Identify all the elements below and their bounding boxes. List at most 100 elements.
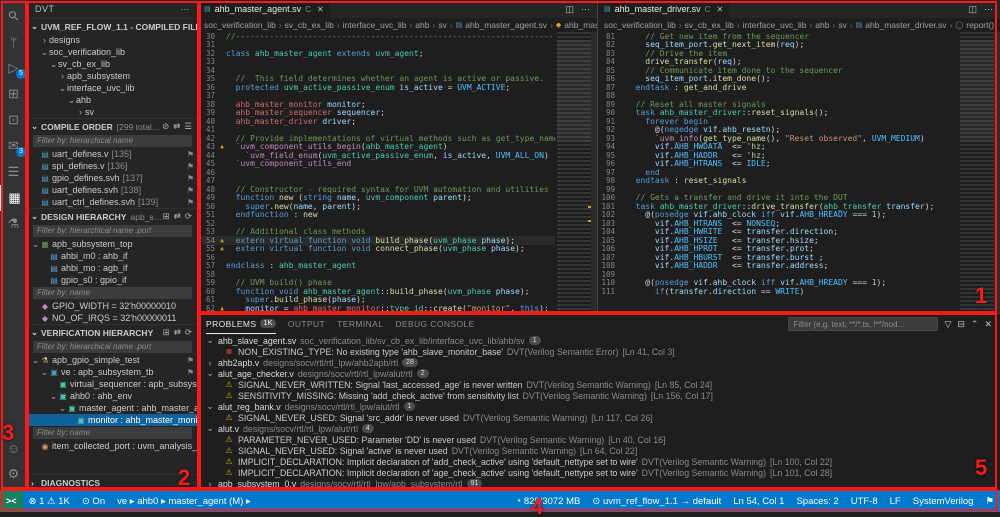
problem-row[interactable]: ⚠ IMPLICIT_DECLARATION: Implicit declarat… xyxy=(206,467,1000,478)
tree-item[interactable]: ⌄ ⚗ apb_gpio_simple_test ⚑ xyxy=(27,354,198,366)
accounts-icon[interactable]: ☺ xyxy=(0,435,27,461)
problems-summary[interactable]: ⊗ 1 ⚠ 1K xyxy=(23,496,76,507)
tree-item[interactable]: ▤ ahbi_m0 : ahb_if xyxy=(27,250,198,262)
pin-icon[interactable]: ⚑ xyxy=(187,162,198,171)
breadcrumb-item[interactable]: sv_cb_ex_lib xyxy=(685,20,734,30)
dvt-icon[interactable]: ▦ xyxy=(0,185,27,211)
minimap[interactable] xyxy=(960,32,994,313)
remote-explorer-icon[interactable]: ⊡ xyxy=(0,107,27,133)
close-icon[interactable]: ✕ xyxy=(317,5,324,14)
settings-icon[interactable]: ⚙ xyxy=(0,461,27,487)
tree-item[interactable]: ⌄ ▣ ve : apb_subsystem_tb ⚑ xyxy=(27,366,198,378)
source-control-icon[interactable]: ᛘ xyxy=(0,29,27,55)
tree-item[interactable]: ▤ uart_ctrl_defines.svh [139] ⚑ xyxy=(27,196,198,208)
problem-group-row[interactable]: ⌄ ahb_slave_agent.sv soc_verification_lib/… xyxy=(206,335,1000,346)
problems-filter-input[interactable] xyxy=(788,317,939,331)
breadcrumb-item[interactable]: ahb_master_agent.sv xyxy=(465,20,547,30)
breadcrumb-item[interactable]: ahb_master_driver.sv xyxy=(865,20,946,30)
compiled-files-header[interactable]: ⌄UVM_REF_FLOW_1.1 - COMPILED FILES⟳⊟⋯ xyxy=(27,18,198,34)
section-toolbar-icon[interactable]: ⇄ xyxy=(174,327,181,338)
section-toolbar-icon[interactable]: ⇄ xyxy=(174,211,181,222)
tree-item[interactable]: › sv xyxy=(27,106,198,118)
filter-input[interactable]: Filter by: name xyxy=(33,287,192,299)
close-icon[interactable]: ✕ xyxy=(716,5,723,14)
run-debug-icon[interactable]: ▷ 5 xyxy=(0,55,27,81)
filter-input[interactable]: Filter by: hierarchical name .port xyxy=(33,341,192,353)
pin-icon[interactable]: ⚑ xyxy=(187,356,198,365)
close-panel-icon[interactable]: ✕ xyxy=(984,319,992,330)
filter-input[interactable]: Filter by: name xyxy=(33,427,192,439)
chat-icon[interactable]: ✉ 3 xyxy=(0,133,27,159)
uvm-selection[interactable]: ve ▸ ahb0 ▸ master_agent (M) ▸ xyxy=(111,496,257,507)
tree-item[interactable]: › apb_subsystem xyxy=(27,70,198,82)
design-hierarchy-header[interactable]: ⌄DESIGN HIERARCHYapb_subsystem_t...⊞ ⇄ ⟳ xyxy=(27,208,198,224)
problem-row[interactable]: ⚠ PARAMETER_NEVER_USED: Parameter 'DD' is… xyxy=(206,434,1000,445)
breadcrumb-item[interactable]: soc_verification_lib xyxy=(604,20,676,30)
tree-item[interactable]: ▤ gpio_defines.svh [137] ⚑ xyxy=(27,172,198,184)
tree-item[interactable]: ⌄ interface_uvc_lib xyxy=(27,82,198,94)
encoding[interactable]: UTF-8 xyxy=(845,496,884,507)
problem-row[interactable]: ⚠ SIGNAL_NEVER_USED: Signal 'src_addr' is… xyxy=(206,412,1000,423)
verification-hierarchy-header[interactable]: ⌄ VERIFICATION HIERARCHY ⊞ ⇄ ⟳ xyxy=(27,324,198,340)
problem-row[interactable]: ⚠ IMPLICIT_DECLARATION: Implicit declarat… xyxy=(206,456,1000,467)
tree-item[interactable]: ◆ NO_OF_IRQS = 32'h00000011 xyxy=(27,312,198,324)
problem-row[interactable]: ⚠ SIGNAL_NEVER_WRITTEN: Signal 'last_acce… xyxy=(206,379,1000,390)
section-toolbar-icon[interactable]: ⟳ xyxy=(185,211,192,222)
search-icon[interactable]: ⚲ xyxy=(0,3,27,29)
minimap[interactable] xyxy=(557,32,591,313)
tree-item[interactable]: ⌄ ▣ ahb0 : ahb_env xyxy=(27,390,198,402)
panel-tab-terminal[interactable]: TERMINAL xyxy=(337,314,383,334)
eol[interactable]: LF xyxy=(884,496,907,507)
filter-input[interactable]: Filter by: hierarchical name .port xyxy=(33,225,192,237)
tree-item[interactable]: ◆ GPIO_WIDTH = 32'h00000010 xyxy=(27,300,198,312)
cursor-position[interactable]: Ln 54, Col 1 xyxy=(727,496,790,507)
more-actions-icon[interactable]: ⋯ xyxy=(581,4,590,15)
breadcrumb-item[interactable]: ahb xyxy=(815,20,829,30)
breadcrumb-item[interactable]: interface_uvc_lib xyxy=(343,20,407,30)
tree-item[interactable]: ▤ ahbi_mo : agb_if xyxy=(27,262,198,274)
tree-item[interactable]: ▤ uart_defines.svh [138] ⚑ xyxy=(27,184,198,196)
code-content[interactable]: 30//------------------------------------… xyxy=(198,32,555,313)
panel-tab-debug-console[interactable]: DEBUG CONSOLE xyxy=(395,314,474,334)
language-mode[interactable]: SystemVerilog xyxy=(907,496,980,507)
pin-icon[interactable]: ⚑ xyxy=(187,368,198,377)
breadcrumb-item[interactable]: ahb_master_agent xyxy=(564,20,597,30)
memory-usage[interactable]: ◔ 829/3072 MB xyxy=(509,496,586,507)
more-actions-icon[interactable]: ⋯ xyxy=(984,4,993,15)
tree-item[interactable]: ⌄ ▦ apb_subsystem_top xyxy=(27,238,198,250)
breadcrumb-item[interactable]: report() xyxy=(966,20,994,30)
problem-row[interactable]: ⚠ SENSITIVITY_MISSING: Missing 'add_check… xyxy=(206,390,1000,401)
compile-order-header[interactable]: ⌄COMPILE ORDER[299 total, 227 uniq...⊘ ⇄ ☰ xyxy=(27,118,198,134)
code-area[interactable]: 81 // Get new item from the sequencer 82 … xyxy=(598,32,1000,313)
breadcrumb-item[interactable]: soc_verification_lib xyxy=(204,20,276,30)
dvt-build-config[interactable]: ⊙ uvm_ref_flow_1.1 → default xyxy=(586,496,727,507)
breadcrumb-item[interactable]: sv xyxy=(838,20,847,30)
remote-indicator[interactable]: >< xyxy=(0,490,23,512)
maximize-panel-icon[interactable]: ⌃ xyxy=(971,319,979,330)
problem-row[interactable]: ⚠ SIGNAL_NEVER_USED: Signal 'active' is n… xyxy=(206,445,1000,456)
problem-group-row[interactable]: › apb_subsystem_0.v designs/socv/rtl/rtl_l… xyxy=(206,478,1000,489)
section-toolbar-icon[interactable]: ☰ xyxy=(184,121,192,132)
panel-tab-output[interactable]: OUTPUT xyxy=(288,314,325,334)
tree-item[interactable]: ▣ monitor : ahb_master_monitor xyxy=(27,414,198,426)
split-editor-icon[interactable]: ◫ xyxy=(565,4,574,15)
problem-group-row[interactable]: ⌄ alut_age_checker.v designs/socv/rtl/rtl_… xyxy=(206,368,1000,379)
tree-item[interactable]: ▣virtual_sequencer : apb_subsystem_virtu… xyxy=(27,378,198,390)
indentation[interactable]: Spaces: 2 xyxy=(790,496,844,507)
pin-icon[interactable]: ⚑ xyxy=(187,198,198,207)
tree-item[interactable]: ⌄ soc_verification_lib xyxy=(27,46,198,58)
notifications[interactable]: ⚑ xyxy=(979,496,1000,507)
tree-item[interactable]: ▤ uart_defines.v [135] ⚑ xyxy=(27,148,198,160)
pin-icon[interactable]: ⚑ xyxy=(187,186,198,195)
section-toolbar-icon[interactable]: ⊞ xyxy=(163,327,170,338)
tree-item[interactable]: ▤ spi_defines.v [136] ⚑ xyxy=(27,160,198,172)
dvt-status[interactable]: ⊙ On xyxy=(76,496,111,507)
section-toolbar-icon[interactable]: ⇄ xyxy=(173,121,180,132)
tree-item[interactable]: ◉ item_collected_port : uvm_analysis_port xyxy=(27,440,199,452)
tree-item[interactable]: ▤ gpio_s0 : gpio_if xyxy=(27,274,198,286)
pin-icon[interactable]: ⚑ xyxy=(187,174,198,183)
code-content[interactable]: 81 // Get new item from the sequencer 82 … xyxy=(598,32,958,313)
more-actions-icon[interactable]: ⋯ xyxy=(181,4,191,15)
tree-item[interactable]: › designs xyxy=(27,34,198,46)
pin-icon[interactable]: ⚑ xyxy=(187,150,198,159)
